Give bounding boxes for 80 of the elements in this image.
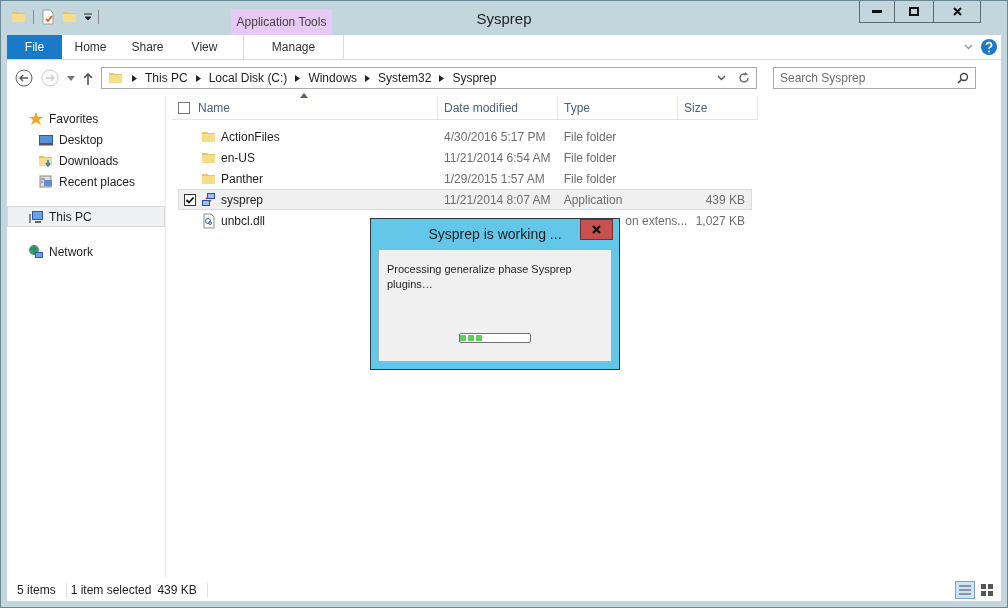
file-row[interactable]: sysprep 11/21/2014 8:07 AM Application 439 KB [178,189,752,210]
maximize-icon [909,7,919,16]
breadcrumb[interactable]: System32 [378,71,432,85]
checkbox[interactable] [184,193,196,206]
breadcrumb[interactable]: This PC [145,71,188,85]
up-arrow-icon[interactable] [83,71,93,85]
breadcrumb-arrow-icon[interactable] [132,74,137,82]
type-cell: on extens... [625,213,688,228]
size-cell: 439 KB [705,192,745,207]
dropdown-icon[interactable] [84,13,92,21]
date-cell: 4/30/2016 5:17 PM [444,129,546,144]
folder-icon [108,70,124,86]
details-view-icon [959,584,971,596]
help-icon[interactable] [981,39,997,55]
sort-arrow-icon [300,93,308,98]
search-field[interactable]: Search Sysprep [773,67,976,89]
star-icon [28,110,44,127]
type-cell: File folder [563,129,617,144]
dialog-title: Sysprep is working ... [428,226,562,242]
select-all-checkbox[interactable] [178,101,190,114]
breadcrumb[interactable]: Sysprep [452,71,497,85]
sidebar-item[interactable]: Favorites [7,108,165,129]
large-icons-view-icon [981,584,993,596]
sidebar-item[interactable]: Desktop [7,129,165,150]
window-title: Sysprep [476,10,532,27]
breadcrumb-arrow-icon[interactable] [295,74,301,82]
sidebar-item[interactable]: Network [7,241,165,262]
file-name: en-US [221,150,255,165]
file-row[interactable]: ActionFiles 4/30/2016 5:17 PM File folder [178,126,752,147]
close-icon [952,7,962,16]
contextual-tab[interactable]: Manage [243,35,344,59]
sidebar-item[interactable]: This PC [7,206,165,227]
sidebar-item[interactable]: Recent places [7,171,165,192]
selection-size: 439 KB [157,583,197,597]
properties-icon[interactable] [40,9,56,25]
breadcrumb[interactable]: Windows [308,71,358,85]
item-count: 5 items [13,583,67,597]
progress-bar [459,333,531,343]
file-tab[interactable]: File [7,35,62,59]
sidebar-item[interactable]: Downloads [7,150,165,171]
column-header[interactable]: Size [678,96,758,119]
recent-places-icon [38,173,54,190]
breadcrumb-arrow-icon[interactable] [439,74,445,82]
application-icon [201,191,217,208]
date-cell: 11/21/2014 6:54 AM [444,150,551,165]
file-row[interactable]: en-US 11/21/2014 6:54 AM File folder [178,147,752,168]
date-cell: 1/29/2015 1:57 AM [444,171,545,186]
breadcrumb[interactable]: Local Disk (C:) [208,71,288,85]
column-header[interactable]: Type [558,96,678,119]
network-icon [28,243,44,260]
ribbon-tab[interactable]: Share [119,35,176,59]
chevron-icon[interactable] [717,75,726,81]
file-name: ActionFiles [221,129,280,144]
ribbon-tab[interactable]: View [176,35,233,59]
size-cell: 1,027 KB [695,213,745,228]
back-icon[interactable] [15,69,33,87]
ribbon-tab[interactable]: Home [62,35,119,59]
type-cell: File folder [563,171,617,186]
file-name: unbcl.dll [221,213,266,228]
computer-icon [28,208,44,225]
column-header[interactable]: Date modified [438,96,558,119]
selection-count: 1 item selected [70,583,152,597]
date-cell: 11/21/2014 8:07 AM [444,192,551,207]
search-icon [957,72,969,84]
minimize-icon [872,10,882,13]
file-name: sysprep [221,192,264,207]
type-cell: Application [563,192,623,207]
refresh-icon[interactable] [738,72,750,84]
status-message: Processing generalize phase Sysprep plugins… [387,262,573,292]
file-name: Panther [221,171,264,186]
contextual-tab-group: Application Tools [231,9,332,35]
type-cell: File folder [563,150,617,165]
dialog-close-button[interactable] [580,219,613,240]
column-header[interactable]: Name [172,96,438,119]
file-icon [201,212,217,229]
breadcrumb-arrow-icon[interactable] [365,74,371,82]
file-row[interactable]: Panther 1/29/2015 1:57 AM File folder [178,168,752,189]
address-bar[interactable]: This PC Local Disk (C:) Windows System32 Sysprep [101,67,757,89]
close-icon [592,225,601,234]
breadcrumb-arrow-icon[interactable] [195,74,201,82]
